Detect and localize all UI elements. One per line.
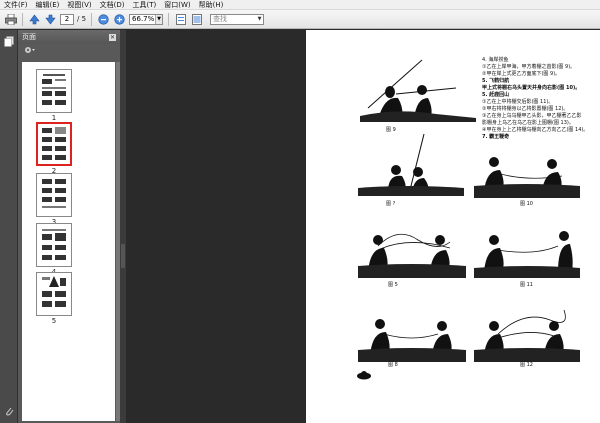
page-text-line: 5. 赶鹿回山 bbox=[482, 92, 510, 98]
page-text-line: ②甲在岸上式更乙方面底下(图 9)。 bbox=[482, 71, 561, 77]
menu-view[interactable]: 视图(V) bbox=[63, 0, 95, 10]
navigation-strip bbox=[0, 30, 18, 423]
zoom-level-value: 66.7% bbox=[132, 14, 155, 23]
figure-caption: 图 11 bbox=[520, 282, 533, 288]
attachment-icon[interactable] bbox=[4, 406, 14, 417]
figure-illustration-11 bbox=[474, 231, 580, 278]
next-page-icon[interactable] bbox=[44, 13, 57, 26]
print-icon[interactable] bbox=[4, 13, 17, 26]
page-number-input[interactable]: 2 bbox=[60, 13, 74, 25]
page-thumbnail-1[interactable]: 1 bbox=[36, 69, 72, 122]
document-page: 4. 海岸捞鱼 ①乙在上岸甲海，甲方着棚之首影(图 9)。 ②甲在岸上式更乙方面… bbox=[306, 30, 600, 423]
figure-caption: 图 8 bbox=[388, 362, 398, 368]
toolbar: 2 / 5 66.7% ▼ 查找 ▼ bbox=[0, 10, 600, 29]
splitter-grip[interactable] bbox=[121, 244, 125, 268]
zoom-in-icon[interactable] bbox=[113, 13, 126, 26]
page-text-line: 5. 飞鹤归航 bbox=[482, 78, 510, 84]
figure-illustration-5 bbox=[358, 233, 466, 278]
decorative-mark bbox=[357, 371, 371, 380]
toolbar-divider bbox=[22, 12, 23, 26]
page-thumbnail-4[interactable]: 4 bbox=[36, 223, 72, 276]
page-text-line: ④甲在身上上乙将棚乌棚向乙方向乙乙(图 14)。 bbox=[482, 127, 589, 133]
figure-caption: 图 5 bbox=[388, 282, 398, 288]
thumbnail-preview bbox=[42, 74, 66, 105]
thumbnail-preview bbox=[42, 127, 66, 160]
chevron-down-icon: ▼ bbox=[155, 14, 163, 24]
page-thumbnail-3[interactable]: 3 bbox=[36, 173, 72, 226]
fit-page-icon[interactable] bbox=[174, 13, 187, 26]
menu-help[interactable]: 帮助(H) bbox=[195, 0, 228, 10]
options-icon bbox=[25, 47, 35, 53]
figure-caption: 图 ? bbox=[386, 201, 396, 207]
thumbnail-preview bbox=[42, 179, 66, 208]
figure-illustration-9 bbox=[360, 59, 476, 122]
panel-options-button[interactable] bbox=[18, 44, 120, 56]
page-text-line: 7. 霸王鞭奇 bbox=[482, 134, 510, 140]
thumbnail-label: 1 bbox=[51, 114, 57, 122]
toolbar-divider bbox=[91, 12, 93, 26]
page-text-line: ①乙在上岸甲海，甲方着棚之首影(图 9)。 bbox=[482, 64, 576, 70]
figure-illustration bbox=[358, 133, 464, 196]
toolbar-divider bbox=[168, 12, 170, 26]
search-input[interactable]: 查找 ▼ bbox=[210, 13, 265, 25]
zoom-level-select[interactable]: 66.7% ▼ bbox=[129, 13, 164, 25]
menu-document[interactable]: 文档(D) bbox=[96, 0, 129, 10]
figure-illustration-10 bbox=[474, 157, 580, 198]
figure-caption: 图 10 bbox=[520, 201, 533, 207]
close-icon[interactable]: ✕ bbox=[109, 33, 116, 41]
previous-page-icon[interactable] bbox=[28, 13, 41, 26]
page-text-line: ②甲右将将棚身以乙将影置棚(图 12)。 bbox=[482, 106, 569, 112]
thumbnail-preview bbox=[42, 229, 66, 260]
page-total-label: / 5 bbox=[77, 15, 87, 23]
figure-caption: 图 12 bbox=[520, 362, 533, 368]
page-thumbnail-2[interactable]: 2 bbox=[36, 122, 72, 175]
thumbnail-label: 5 bbox=[51, 317, 57, 325]
menu-edit[interactable]: 编辑(E) bbox=[32, 0, 64, 10]
page-text-line: 甲上式将棚右乌头置天并身向右影(图 10)。 bbox=[482, 85, 581, 91]
pages-panel-header: 页面 ✕ bbox=[18, 30, 120, 44]
page-thumbnail-5[interactable]: 5 bbox=[36, 272, 72, 325]
pages-icon[interactable] bbox=[4, 36, 14, 47]
menu-bar: 文件(F) 编辑(E) 视图(V) 文档(D) 工具(T) 窗口(W) 帮助(H… bbox=[0, 0, 600, 10]
zoom-out-icon[interactable] bbox=[97, 13, 110, 26]
page-text-line: ①乙在上中将棚交后影(图 11)。 bbox=[482, 99, 554, 105]
page-text-line: 影棚身上乌乙在乌乙在影上图棚(图 13)。 bbox=[482, 120, 574, 126]
page-text-line: 4. 海岸捞鱼 bbox=[482, 57, 509, 63]
page-text-line: ③乙在身上乌乌棚甲乙头影，甲乙棚著乙乙影 bbox=[482, 113, 582, 119]
thumbnail-list: 1 2 3 5 bbox=[22, 62, 115, 421]
menu-window[interactable]: 窗口(W) bbox=[160, 0, 194, 10]
chevron-down-icon: ▼ bbox=[257, 15, 262, 22]
menu-tools[interactable]: 工具(T) bbox=[129, 0, 161, 10]
menu-file[interactable]: 文件(F) bbox=[0, 0, 32, 10]
pages-panel-title: 页面 bbox=[22, 33, 36, 41]
search-placeholder: 查找 bbox=[213, 14, 228, 23]
thumbnail-preview bbox=[42, 276, 66, 307]
fit-width-icon[interactable] bbox=[190, 13, 203, 26]
figure-illustration-8 bbox=[358, 319, 466, 362]
figure-illustration-12 bbox=[474, 309, 580, 362]
